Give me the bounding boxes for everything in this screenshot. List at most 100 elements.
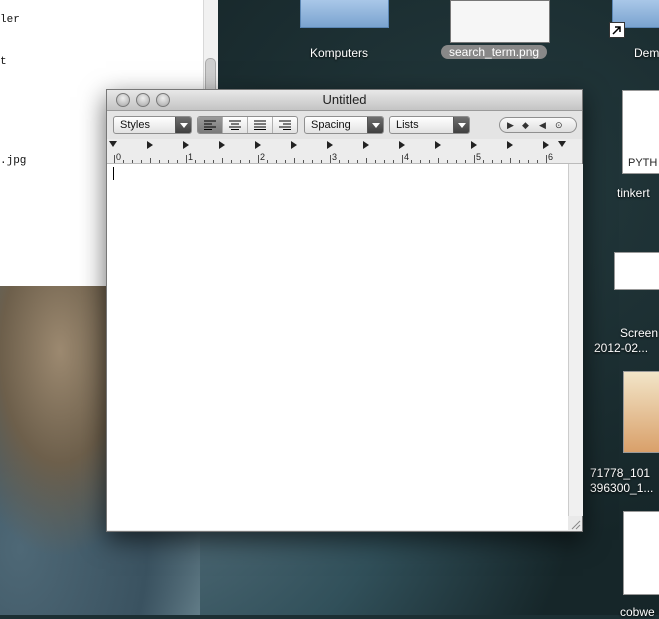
ruler-tick bbox=[447, 160, 448, 163]
ruler-tick bbox=[186, 155, 187, 163]
ruler-tick bbox=[339, 160, 340, 163]
tab-stop-controls[interactable]: ▶ ◆ ◀ ⊙ bbox=[499, 117, 577, 133]
tab-stop-marker[interactable] bbox=[219, 141, 225, 149]
ruler-tick bbox=[321, 160, 322, 163]
tab-stop-marker[interactable] bbox=[543, 141, 549, 149]
ruler-tick bbox=[492, 160, 493, 163]
ruler-tick bbox=[195, 160, 196, 163]
ruler-tick bbox=[141, 160, 142, 163]
tab-stop-marker[interactable] bbox=[507, 141, 513, 149]
ruler-tick bbox=[510, 158, 511, 163]
tab-stop-marker[interactable] bbox=[327, 141, 333, 149]
ruler-tick bbox=[546, 155, 547, 163]
ruler-number: 1 bbox=[188, 152, 194, 162]
lists-popup[interactable]: Lists bbox=[389, 116, 470, 134]
ruler-tick bbox=[231, 160, 232, 163]
desktop-icon-label-selected[interactable]: search_term.png bbox=[441, 45, 548, 59]
background-line: t bbox=[0, 56, 7, 68]
format-toolbar: Styles Spacing Lists ▶ ◆ ◀ ⊙ bbox=[107, 111, 582, 139]
tab-stop-marker[interactable] bbox=[435, 141, 441, 149]
ruler-number: 3 bbox=[332, 152, 338, 162]
ruler-tick bbox=[357, 160, 358, 163]
ruler-number: 4 bbox=[404, 152, 410, 162]
ruler-tick bbox=[456, 160, 457, 163]
document-file-icon[interactable] bbox=[623, 511, 659, 595]
right-margin-marker[interactable] bbox=[558, 141, 566, 147]
ruler-tick bbox=[159, 160, 160, 163]
first-line-indent-marker[interactable] bbox=[109, 141, 117, 147]
resize-grip-icon[interactable] bbox=[569, 518, 581, 530]
ruler-tick bbox=[276, 160, 277, 163]
tab-stop-marker[interactable] bbox=[147, 141, 153, 149]
ruler-tick bbox=[204, 160, 205, 163]
ruler-tick bbox=[132, 160, 133, 163]
ruler-tick bbox=[366, 158, 367, 163]
tab-stop-marker[interactable] bbox=[255, 141, 261, 149]
spacing-popup-label: Spacing bbox=[311, 119, 351, 131]
desktop-icon-label[interactable]: Dem bbox=[634, 46, 659, 60]
tab-stop-marker[interactable] bbox=[471, 141, 477, 149]
ruler-tick bbox=[438, 158, 439, 163]
image-file-icon[interactable] bbox=[623, 371, 659, 453]
window-title: Untitled bbox=[322, 92, 367, 107]
ruler-tick bbox=[114, 155, 115, 163]
document-text-area[interactable] bbox=[107, 164, 568, 530]
tab-stop-marker[interactable] bbox=[291, 141, 297, 149]
desktop-icon-label-line2[interactable]: 2012-02... bbox=[594, 341, 648, 355]
background-line: .jpg bbox=[0, 155, 27, 167]
desktop-icon-label[interactable]: 71778_101 bbox=[590, 466, 650, 480]
ruler-tick bbox=[501, 160, 502, 163]
ruler-tick bbox=[384, 160, 385, 163]
align-right-button[interactable] bbox=[273, 117, 297, 133]
styles-popup[interactable]: Styles bbox=[113, 116, 192, 134]
title-bar[interactable]: Untitled bbox=[107, 90, 582, 111]
ruler[interactable]: 0 1 2 3 4 5 6 bbox=[107, 139, 582, 164]
align-justify-button[interactable] bbox=[248, 117, 273, 133]
desktop-icon-label[interactable]: cobwe bbox=[620, 605, 655, 619]
align-left-button[interactable] bbox=[198, 117, 223, 133]
align-left-icon bbox=[204, 120, 216, 130]
decimal-tab-icon[interactable]: ◆ bbox=[522, 118, 529, 132]
ruler-tick bbox=[393, 160, 394, 163]
text-caret bbox=[113, 167, 114, 180]
ruler-tick bbox=[213, 160, 214, 163]
desktop-icon-label[interactable]: tinkert bbox=[617, 186, 650, 200]
screenshot-file-icon[interactable] bbox=[614, 252, 659, 290]
alignment-segmented-control[interactable] bbox=[197, 116, 298, 134]
tab-stop-marker[interactable] bbox=[183, 141, 189, 149]
ruler-tick bbox=[294, 158, 295, 163]
tab-settings-icon[interactable]: ⊙ bbox=[555, 118, 563, 132]
ruler-tick bbox=[177, 160, 178, 163]
ruler-tick bbox=[312, 160, 313, 163]
desktop-icon-label[interactable]: Screen bbox=[620, 326, 658, 340]
left-tab-icon[interactable]: ◀ bbox=[539, 118, 546, 132]
textedit-window[interactable]: Untitled Styles Spacing Lists ▶ ◆ ◀ ⊙ 0 … bbox=[106, 89, 583, 532]
align-center-button[interactable] bbox=[223, 117, 248, 133]
ruler-tick bbox=[465, 160, 466, 163]
ruler-tick bbox=[483, 160, 484, 163]
ruler-number: 2 bbox=[260, 152, 266, 162]
ruler-tick bbox=[285, 160, 286, 163]
align-right-icon bbox=[279, 120, 291, 130]
chevron-down-icon bbox=[367, 117, 383, 133]
ruler-tick bbox=[519, 160, 520, 163]
ruler-tick bbox=[348, 160, 349, 163]
lists-popup-label: Lists bbox=[396, 119, 419, 131]
ruler-tick bbox=[330, 155, 331, 163]
vertical-scrollbar[interactable] bbox=[568, 164, 583, 516]
ruler-tick bbox=[528, 160, 529, 163]
right-tab-icon[interactable]: ▶ bbox=[507, 118, 514, 132]
ruler-tick bbox=[240, 160, 241, 163]
desktop-icon-label-line2[interactable]: 396300_1... bbox=[590, 481, 653, 495]
folder-icon[interactable] bbox=[300, 0, 389, 28]
image-file-icon[interactable] bbox=[450, 0, 550, 43]
ruler-tick bbox=[303, 160, 304, 163]
align-justify-icon bbox=[254, 120, 266, 130]
desktop-icon-label[interactable]: Komputers bbox=[310, 46, 368, 60]
spacing-popup[interactable]: Spacing bbox=[304, 116, 384, 134]
tab-stop-marker[interactable] bbox=[399, 141, 405, 149]
ruler-tick bbox=[474, 155, 475, 163]
background-line: ler bbox=[0, 14, 20, 26]
ruler-tick bbox=[375, 160, 376, 163]
tab-stop-marker[interactable] bbox=[363, 141, 369, 149]
